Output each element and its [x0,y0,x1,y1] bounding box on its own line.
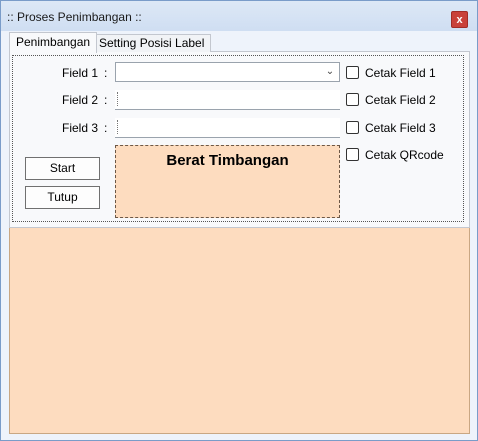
close-button[interactable]: x [451,11,468,28]
field1-label: Field 1 [62,66,99,80]
cetak-qrcode-label[interactable]: Cetak QRcode [365,148,444,162]
cetak-qrcode-checkbox[interactable] [346,148,359,161]
field1-combobox[interactable]: ⌄ [115,62,340,82]
field2-input[interactable] [115,90,340,110]
window-title: :: Proses Penimbangan :: [7,10,142,24]
tab-setting-posisi-label[interactable]: Setting Posisi Label [92,34,212,52]
tab-penimbangan[interactable]: Penimbangan [9,32,98,53]
title-bar[interactable]: :: Proses Penimbangan :: x [1,1,477,31]
tutup-button[interactable]: Tutup [25,186,100,209]
field2-colon: : [104,93,108,107]
cetak-field3-label[interactable]: Cetak Field 3 [365,121,436,135]
weight-display-title: Berat Timbangan [166,152,289,169]
close-icon: x [456,14,463,26]
field2-caret [117,92,119,106]
cetak-field2-label[interactable]: Cetak Field 2 [365,93,436,107]
cetak-field1-label[interactable]: Cetak Field 1 [365,66,436,80]
field3-caret [117,120,119,134]
start-button[interactable]: Start [25,157,100,180]
weight-display-panel: Berat Timbangan [115,145,340,218]
cetak-field3-checkbox[interactable] [346,121,359,134]
field1-colon: : [104,66,108,80]
field2-label: Field 2 [62,93,99,107]
cetak-field2-checkbox[interactable] [346,93,359,106]
field3-input[interactable] [115,118,340,138]
chevron-down-icon[interactable]: ⌄ [324,66,336,78]
cetak-field1-checkbox[interactable] [346,66,359,79]
field3-colon: : [104,121,108,135]
field3-label: Field 3 [62,121,99,135]
background-panel [9,224,470,434]
